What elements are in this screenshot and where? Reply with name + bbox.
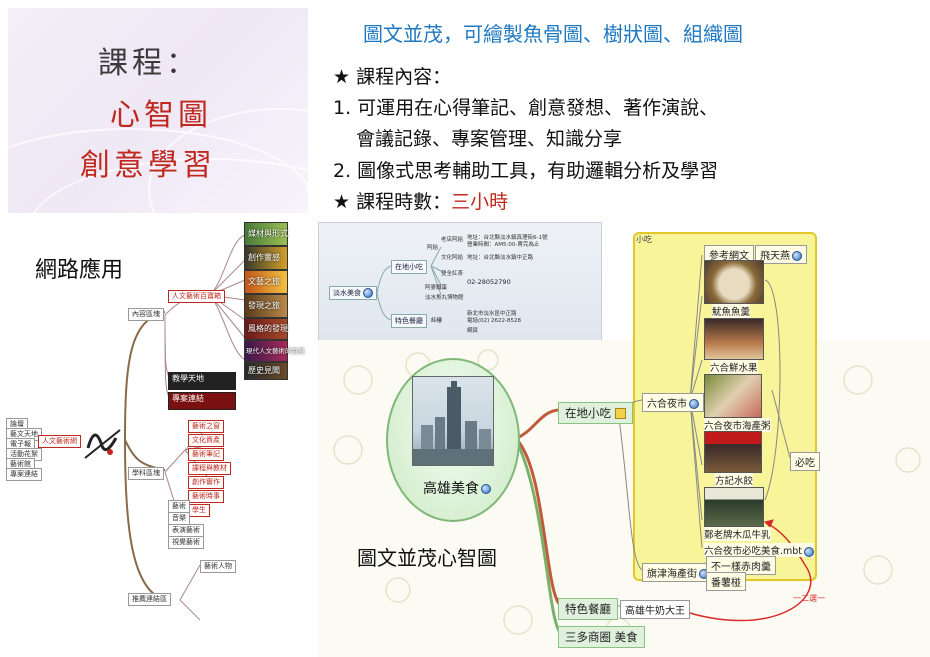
branch-node[interactable]: 內容區塊	[128, 308, 164, 321]
relationship-label: 一二選一	[793, 594, 825, 603]
tamsui-phone: 02-28052790	[467, 278, 511, 286]
food-photo	[704, 260, 764, 304]
root-node[interactable]: 人文藝術網	[38, 435, 81, 448]
mbt-file-link[interactable]: 六合夜市必吃美食.mbt	[704, 543, 815, 557]
thumbnail-caption: 歷史見聞	[248, 366, 280, 375]
tamsui-restaurant[interactable]: 特色餐廳	[391, 314, 427, 328]
thumbnail-caption: 現代人文藝術的發展	[246, 347, 305, 355]
misc-item[interactable]: 藝術人物	[200, 560, 236, 573]
branch-sanduo[interactable]: 三多商圈 美食	[558, 626, 645, 648]
tamsui-detail: 電話(02) 2622-8528	[467, 318, 522, 324]
note-icon	[614, 408, 626, 419]
highlight-node[interactable]: 人文藝術百寶箱	[168, 290, 225, 303]
food-photo	[704, 374, 762, 418]
tamsui-detail: 營業時間：AM5:00-賣完為止	[467, 242, 540, 248]
tamsui-mindmap: 淡水美食 在地小吃 特色餐廳 阿給 老店阿給 文化阿給 雙全紅茶 阿婆鐵蛋 淡水…	[318, 222, 602, 342]
globe-icon	[363, 288, 373, 298]
course-label: 課程：	[98, 46, 200, 81]
food-caption: 六合夜市海產粥	[704, 418, 771, 432]
milk-king-node[interactable]: 高雄牛奶大王	[620, 600, 690, 619]
course-topic-line1: 心智圖	[110, 98, 212, 133]
course-topic-line2: 創意學習	[80, 148, 216, 183]
snacks-box-title: 小吃	[636, 235, 652, 244]
subject-item[interactable]: 課程與教材	[188, 462, 231, 475]
left-item[interactable]: 專案連結	[6, 468, 42, 481]
tamsui-sub[interactable]: 阿給	[427, 243, 438, 251]
network-mindmap: 論壇 藝文天地 電子報 活動花絮 藝術館 專案連結 人文藝術網 內容區塊 學科區…	[0, 220, 320, 657]
tamsui-sub[interactable]: 阿婆鐵蛋	[425, 283, 447, 291]
tamsui-detail: 地址：台北縣淡水鎮中正路	[467, 255, 534, 261]
art-logo	[80, 418, 125, 463]
teaching-link[interactable]: 教學天地	[168, 372, 236, 390]
misc-item[interactable]: 視覺藝術	[168, 536, 204, 549]
subject-item[interactable]: 創作實作	[188, 476, 224, 489]
content-item1-line2: 會議記錄、專案管理、知識分享	[356, 128, 623, 150]
tamsui-sub[interactable]: 淡水魚丸博物館	[425, 293, 464, 301]
subject-item[interactable]: 藝術筆記	[188, 448, 224, 461]
thumbnail-caption: 發現之旅	[248, 301, 280, 310]
tamsui-sub[interactable]: 雙全紅茶	[441, 269, 463, 277]
food-photo	[704, 431, 762, 473]
subject-item[interactable]: 學生	[188, 504, 210, 517]
tamsui-sub[interactable]: 文化阿給	[441, 253, 463, 261]
tamsui-link[interactable]: 網頁	[467, 326, 478, 334]
liuhe-night-market[interactable]: 六合夜市	[642, 393, 704, 412]
content-item1-line1: 1. 可運用在心得筆記、創意發想、著作演說、	[333, 97, 719, 119]
headline: 圖文並茂，可繪製魚骨圖、樹狀圖、組織圖	[363, 22, 743, 46]
illustrated-mindmap-label: 圖文並茂心智圖	[357, 546, 497, 570]
qijin-sub-item[interactable]: 番薯椪	[706, 572, 746, 591]
content-item2: 2. 圖像式思考輔助工具，有助邏輯分析及學習	[333, 160, 719, 182]
hours-label: ★ 課程時數：	[333, 191, 452, 213]
branch-restaurant[interactable]: 特色餐廳	[558, 598, 618, 620]
globe-icon	[481, 484, 491, 494]
project-link[interactable]: 專案連結	[168, 392, 236, 410]
branch-node[interactable]: 推薦連結區	[128, 593, 171, 606]
globe-icon	[689, 399, 699, 409]
subject-item[interactable]: 藝術之窗	[188, 420, 224, 433]
globe-icon	[804, 546, 815, 557]
food-caption: 鄭老牌木瓜牛乳	[704, 527, 771, 541]
must-eat-node[interactable]: 必吃	[790, 452, 820, 471]
kaohsiung-skyline-photo	[412, 376, 494, 466]
central-label: 高雄美食	[423, 478, 491, 498]
network-application-label: 網路應用	[35, 258, 124, 283]
thumbnail-caption: 風格的發現	[248, 324, 288, 333]
globe-icon	[792, 251, 802, 261]
branch-local-snacks[interactable]: 在地小吃	[558, 402, 633, 424]
food-caption: 六合鮮水果	[710, 360, 758, 374]
qijin-seafood-street[interactable]: 旗津海產街	[642, 563, 714, 582]
food-photo	[704, 318, 764, 360]
tamsui-root[interactable]: 淡水美食	[329, 286, 377, 300]
hours-value: 三小時	[451, 191, 509, 213]
thumbnail-caption: 創作靈感	[248, 253, 280, 262]
food-caption: 方記水餃	[715, 473, 754, 487]
thumbnail-caption: 媒材與形式	[248, 229, 288, 238]
subject-item[interactable]: 藝術時事	[188, 490, 224, 503]
subject-item[interactable]: 文化資產	[188, 434, 224, 447]
branch-node[interactable]: 學科區塊	[128, 467, 164, 480]
food-photo	[704, 487, 764, 527]
content-heading: ★ 課程內容：	[333, 66, 452, 88]
tamsui-sub[interactable]: 老店阿給	[441, 235, 463, 243]
hours-line: ★ 課程時數：三小時	[333, 187, 508, 214]
thumbnail-caption: 文藝之旅	[248, 277, 280, 286]
tamsui-sub[interactable]: 紅樓	[431, 316, 442, 324]
tamsui-local-snacks[interactable]: 在地小吃	[391, 260, 427, 274]
food-caption: 魷魚魚羹	[712, 304, 751, 318]
